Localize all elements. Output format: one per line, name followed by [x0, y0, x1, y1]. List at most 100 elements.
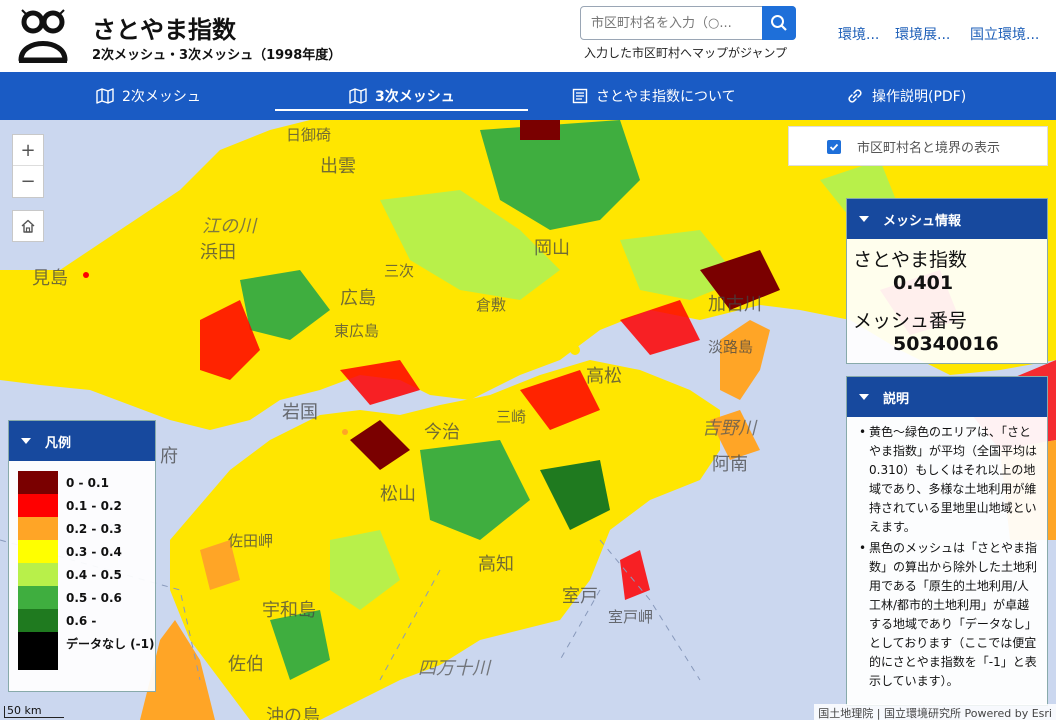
municipality-boundary-toggle[interactable]: 市区町村名と境界の表示 [788, 126, 1048, 166]
place-name: 日御碕 [286, 126, 332, 144]
tab-label: 2次メッシュ [122, 89, 201, 105]
active-tab-indicator [275, 109, 528, 111]
search-icon [771, 15, 787, 31]
place-name: 佐伯 [228, 654, 264, 675]
legend-item: 0.4 - 0.5 [18, 563, 155, 586]
place-name: 室戸 [562, 586, 598, 607]
place-name: 府 [160, 446, 178, 467]
place-name: 阿南 [712, 454, 748, 475]
place-name: 高知 [478, 554, 514, 575]
legend-label: 0.2 - 0.3 [66, 522, 122, 536]
toggle-label: 市区町村名と境界の表示 [857, 140, 1001, 156]
place-name: 倉敷 [476, 296, 507, 314]
description-panel: 説明 黄色〜緑色のエリアは、「さとやま指数」が平均（全国平均は0.310）もしく… [846, 376, 1048, 706]
scale-bar: 50 km [4, 705, 64, 718]
satoyama-index-label: さとやま指数 [853, 249, 968, 271]
place-name: 今治 [424, 422, 460, 443]
legend-header[interactable]: 凡例 [9, 421, 155, 461]
checkbox-checked-icon[interactable] [827, 140, 841, 154]
place-name: 岩国 [282, 402, 318, 423]
home-button[interactable] [12, 210, 44, 242]
description-item: 黄色〜緑色のエリアは、「さとやま指数」が平均（全国平均は0.310）もしくはそれ… [859, 423, 1039, 537]
link-icon [848, 89, 862, 103]
satoyama-logo-icon [18, 9, 68, 63]
place-name: 出雲 [320, 156, 356, 177]
legend-swatch [18, 563, 58, 586]
legend-label: 0 - 0.1 [66, 476, 109, 490]
place-name: 見島 [32, 268, 68, 289]
municipality-search [580, 6, 796, 40]
place-name: 江の川 [202, 216, 256, 237]
legend-label: 0.3 - 0.4 [66, 545, 122, 559]
satoyama-index-value: 0.401 [893, 272, 954, 294]
legend-label: データなし (-1) [66, 637, 155, 651]
zoom-control: + − [12, 134, 44, 198]
place-name: 吉野川 [702, 418, 756, 439]
legend-item: 0.3 - 0.4 [18, 540, 155, 563]
place-name: 東広島 [334, 322, 380, 340]
tab-label: 操作説明(PDF) [872, 89, 967, 105]
header-link-nies[interactable]: 国立環境... [970, 24, 1039, 44]
legend-swatch [18, 586, 58, 609]
tab-about-satoyama-index[interactable]: さとやま指数について [572, 72, 736, 120]
legend-item: データなし (-1) [18, 632, 155, 678]
legend-swatch [18, 540, 58, 563]
tab-label: さとやま指数について [596, 89, 736, 105]
place-name: 松山 [380, 484, 416, 505]
legend-item: 0.6 - [18, 609, 155, 632]
mesh-info-title: メッシュ情報 [883, 213, 962, 229]
legend-label: 0.4 - 0.5 [66, 568, 122, 582]
header-link-env-ministry[interactable]: 環境... [838, 24, 879, 44]
place-name: 高松 [586, 366, 622, 387]
place-name: 三次 [384, 262, 415, 280]
tab-3rd-mesh[interactable]: 3次メッシュ [349, 72, 455, 120]
mesh-number-label: メッシュ番号 [853, 310, 968, 332]
mesh-info-panel: メッシュ情報 さとやま指数 0.401 メッシュ番号 50340016 [846, 198, 1048, 364]
place-name: 室戸岬 [608, 608, 654, 626]
collapse-triangle-icon [859, 216, 869, 222]
app-header: さとやま指数 2次メッシュ・3次メッシュ（1998年度） 入力した市区町村へマッ… [0, 0, 1056, 72]
description-item: 黒色のメッシュは「さとやま指数」の算出から除外した土地利用である「原生的土地利用… [859, 539, 1039, 691]
search-button[interactable] [762, 6, 796, 40]
legend-swatch [18, 494, 58, 517]
collapse-triangle-icon [21, 438, 31, 444]
mesh-info-header[interactable]: メッシュ情報 [847, 199, 1047, 239]
header-link-env-exhibit[interactable]: 環境展... [895, 24, 950, 44]
home-icon [21, 219, 35, 233]
legend-swatch [18, 609, 58, 632]
place-name: 加古川 [708, 294, 762, 315]
municipality-search-input[interactable] [581, 7, 763, 39]
map-icon [349, 88, 367, 104]
tab-operation-manual[interactable]: 操作説明(PDF) [846, 72, 966, 120]
legend-label: 0.5 - 0.6 [66, 591, 122, 605]
map-view[interactable]: 日御碕 出雲 江の川 浜田 見島 三次 広島 東広島 岡山 倉敷 加古川 淡路島… [0, 120, 1056, 720]
legend-item: 0 - 0.1 [18, 471, 155, 494]
legend-title: 凡例 [45, 435, 72, 451]
zoom-in-button[interactable]: + [13, 135, 43, 166]
zoom-out-button[interactable]: − [13, 166, 43, 197]
app-subtitle: 2次メッシュ・3次メッシュ（1998年度） [92, 48, 342, 63]
place-name: 沖の島 [266, 706, 320, 720]
tab-2nd-mesh[interactable]: 2次メッシュ [96, 72, 201, 120]
collapse-triangle-icon [859, 394, 869, 400]
place-name: 四万十川 [418, 658, 490, 679]
search-hint: 入力した市区町村へマップがジャンプ [584, 46, 788, 60]
mesh-number-value: 50340016 [893, 333, 999, 355]
legend-panel: 凡例 0 - 0.1 0.1 - 0.2 0.2 - 0.3 0.3 - 0.4 0.4… [8, 420, 156, 692]
place-name: 広島 [340, 288, 376, 309]
app-title: さとやま指数 [92, 16, 236, 44]
legend-swatch [18, 471, 58, 494]
tab-label: 3次メッシュ [375, 89, 455, 105]
legend-swatch [18, 517, 58, 540]
description-header[interactable]: 説明 [847, 377, 1047, 417]
map-icon [96, 88, 114, 104]
legend-item: 0.1 - 0.2 [18, 494, 155, 517]
legend-label: 0.6 - [66, 614, 97, 628]
place-name: 淡路島 [708, 338, 754, 356]
place-name: 宇和島 [262, 600, 316, 621]
document-icon [572, 88, 588, 104]
legend-label: 0.1 - 0.2 [66, 499, 122, 513]
place-name: 岡山 [534, 238, 570, 259]
legend-item: 0.5 - 0.6 [18, 586, 155, 609]
place-name: 佐田岬 [228, 532, 274, 550]
